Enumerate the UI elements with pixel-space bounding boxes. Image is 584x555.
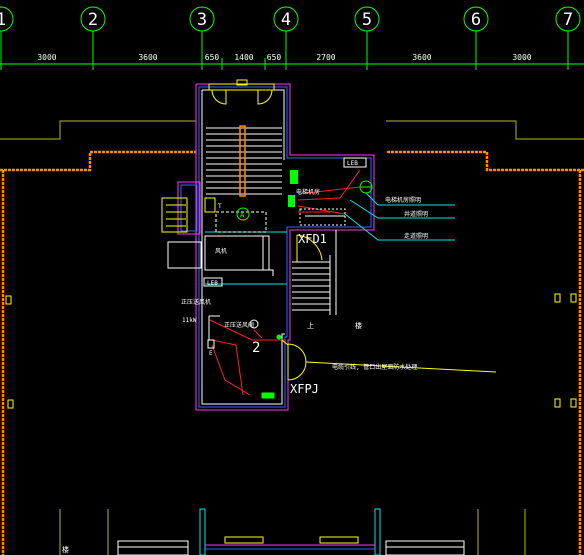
bottom-lou: 楼 — [62, 545, 69, 554]
roof-outline — [0, 120, 584, 555]
label-pressure-fan: 正压送风机 — [181, 298, 211, 306]
axis-label-5: 5 — [362, 10, 372, 30]
top-doors — [208, 79, 275, 105]
side-mark-right-1 — [554, 293, 561, 303]
side-mark-right-2 — [570, 293, 577, 303]
label-elevator-light: 电梯机房照明 — [385, 196, 421, 204]
label-shaft-light: 井道照明 — [404, 210, 428, 218]
side-mark-left-2 — [7, 399, 14, 409]
side-mark-right-3 — [554, 398, 561, 408]
bottom-door — [276, 334, 497, 381]
side-mark-right-4 — [570, 398, 577, 408]
dim-650-right: 650 — [267, 53, 282, 62]
side-mark-left-1 — [5, 295, 12, 305]
ammeter-label: A — [240, 211, 245, 219]
middle-room: LEB 风机 — [203, 235, 274, 287]
parapet — [0, 150, 584, 555]
axis-label-7: 7 — [563, 10, 573, 30]
dim-1400: 1400 — [234, 53, 253, 62]
dim-3000-left: 3000 — [37, 53, 56, 62]
fan-label: 风机 — [215, 247, 227, 255]
dim-3000-right: 3000 — [512, 53, 531, 62]
axis-label-6: 6 — [471, 10, 481, 30]
e-mark: E — [209, 350, 213, 357]
floor-plan-drawing: 1 2 3 4 5 6 7 3000 3600 650 1400 650 270… — [0, 6, 584, 555]
label-power-11kw: 11kW — [182, 317, 197, 324]
dim-2700: 2700 — [316, 53, 335, 62]
dim-3600-right: 3600 — [412, 53, 431, 62]
dim-650-left: 650 — [205, 53, 220, 62]
machine-room: LEB 电梯机房 — [288, 157, 373, 226]
elevator-room-label: 电梯机房 — [296, 188, 320, 196]
ldb-left-label: LEB — [207, 280, 218, 287]
power-wiring — [209, 319, 285, 396]
axis-label-4: 4 — [281, 10, 291, 30]
label-shang: 上 — [307, 321, 314, 330]
cad-drawing-canvas[interactable]: 1 2 3 4 5 6 7 3000 3600 650 1400 650 270… — [0, 0, 584, 555]
axis-label-1: 1 — [0, 10, 6, 30]
label-xfpj: XFPJ — [290, 382, 319, 396]
label-cable-note: 电缆引线, 管口出屋面防水处理 — [332, 363, 417, 371]
dimension-line — [0, 58, 584, 70]
bottom-windows — [117, 508, 465, 555]
number-2: 2 — [252, 340, 260, 356]
ldb-top-label: LEB — [347, 160, 358, 167]
label-corridor-light: 走道照明 — [404, 232, 428, 240]
t-mark: T — [218, 203, 222, 210]
label-xfd1: XFD1 — [298, 232, 327, 246]
axis-label-2: 2 — [88, 10, 98, 30]
stair-upper — [206, 127, 282, 195]
label-pressure-valve: 正压送风阀 — [224, 321, 254, 329]
fan-annex: A T — [161, 181, 267, 269]
axis-label-3: 3 — [197, 10, 207, 30]
stair-core-walls — [195, 83, 375, 411]
dim-3600-left: 3600 — [138, 53, 157, 62]
label-lou: 楼 — [355, 321, 362, 330]
stair-handrail — [239, 125, 246, 197]
